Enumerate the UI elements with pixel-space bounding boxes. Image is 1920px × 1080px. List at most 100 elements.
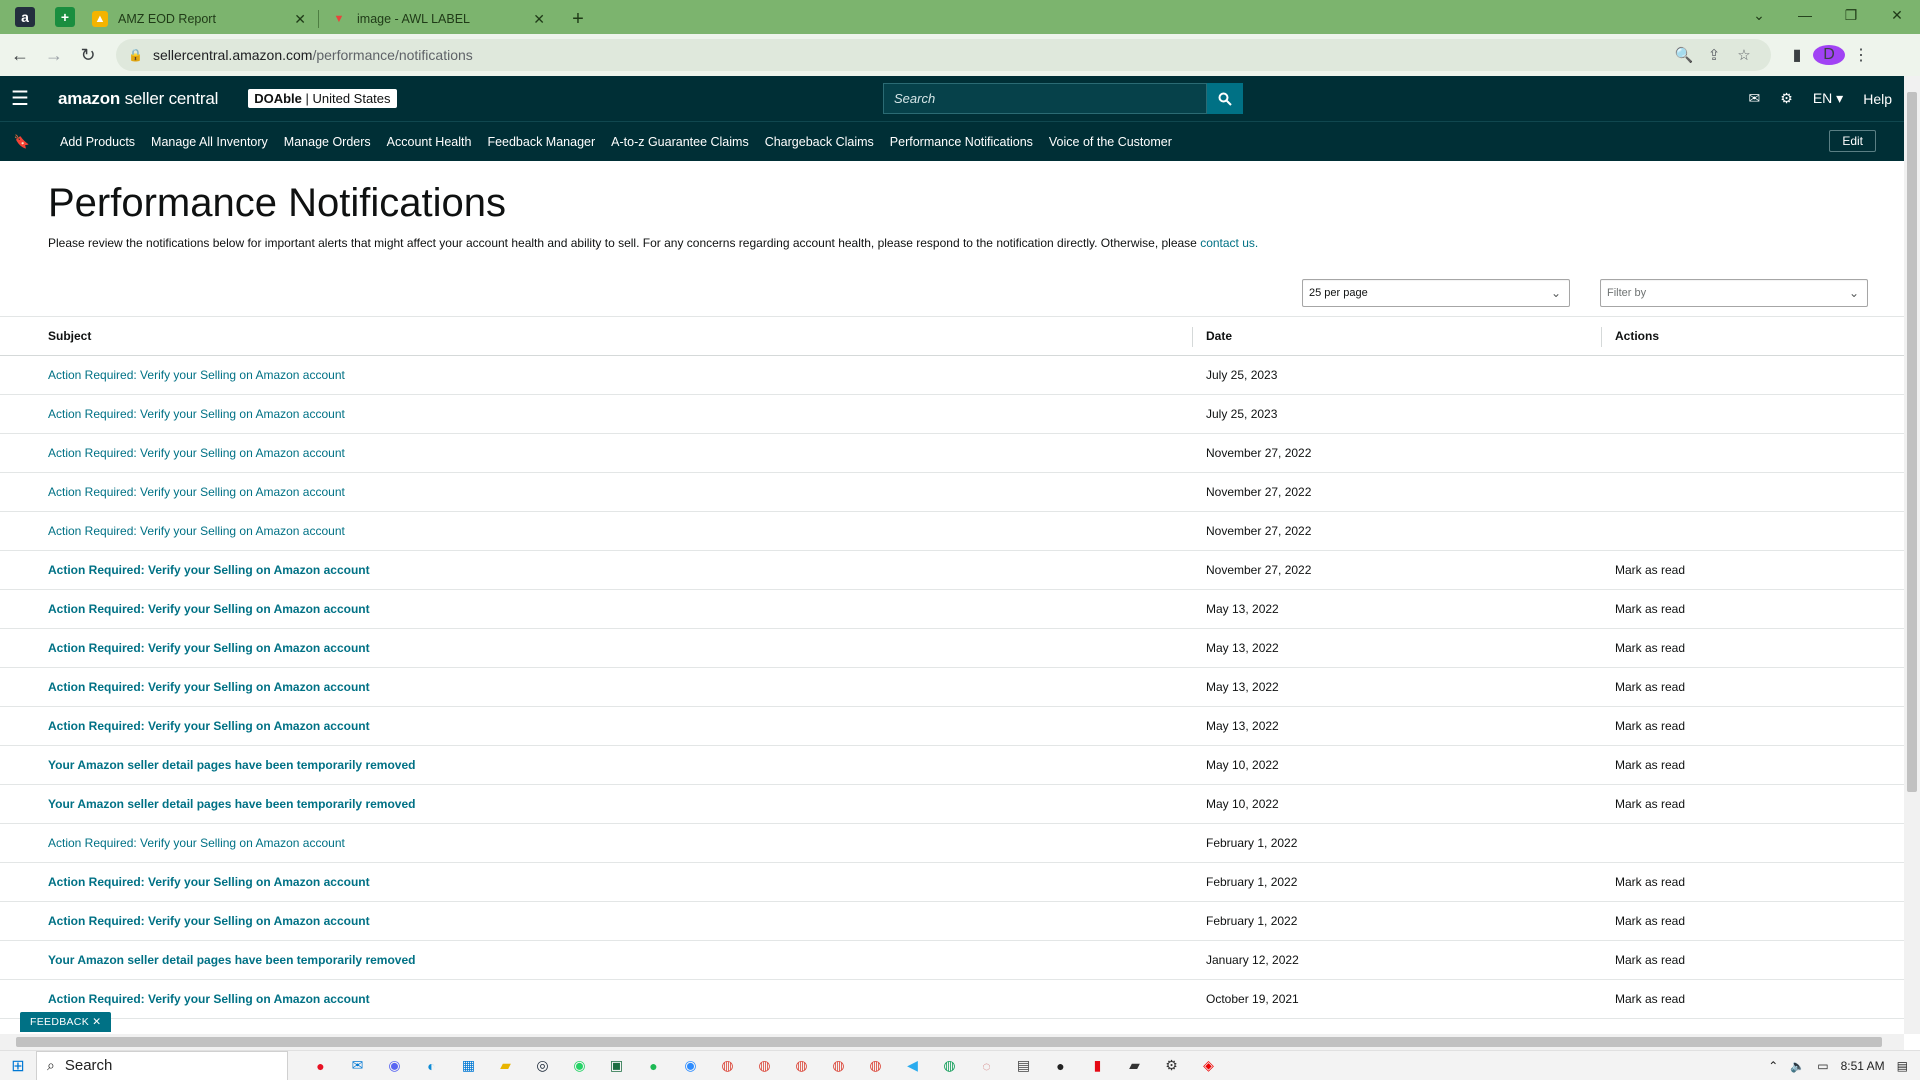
search-input[interactable] — [883, 83, 1207, 114]
vertical-scrollbar[interactable] — [1904, 76, 1920, 1034]
nav-account-health[interactable]: Account Health — [387, 135, 472, 149]
browser-tab-eod-report[interactable]: ▲ AMZ EOD Report ✕ — [80, 4, 318, 34]
clock[interactable]: 8:51 AM — [1841, 1059, 1885, 1073]
settings-icon[interactable]: ⚙ — [1153, 1051, 1190, 1080]
chrome-icon[interactable]: ◍ — [783, 1051, 820, 1080]
tab-search-icon[interactable]: ⌄ — [1736, 0, 1782, 30]
nav-manage-all-inventory[interactable]: Manage All Inventory — [151, 135, 268, 149]
per-page-select[interactable]: 25 per page ⌄ — [1302, 279, 1570, 307]
chrome-icon[interactable]: ◍ — [931, 1051, 968, 1080]
battery-icon[interactable]: ▭ — [1817, 1059, 1828, 1073]
mark-as-read-link[interactable]: Mark as read — [1615, 953, 1685, 967]
notification-subject-link[interactable]: Action Required: Verify your Selling on … — [48, 446, 345, 460]
nav-feedback-manager[interactable]: Feedback Manager — [487, 135, 595, 149]
close-window-button[interactable]: ✕ — [1874, 0, 1920, 30]
mark-as-read-link[interactable]: Mark as read — [1615, 758, 1685, 772]
reload-button[interactable]: ↻ — [74, 41, 102, 69]
close-icon[interactable]: ✕ — [533, 11, 545, 28]
search-button[interactable] — [1207, 83, 1243, 114]
notification-subject-link[interactable]: Action Required: Verify your Selling on … — [48, 680, 370, 694]
calculator-icon[interactable]: ▤ — [1005, 1051, 1042, 1080]
chrome-icon[interactable]: ◍ — [857, 1051, 894, 1080]
lock-icon[interactable]: 🔒 — [128, 48, 143, 62]
notification-subject-link[interactable]: Your Amazon seller detail pages have bee… — [48, 953, 415, 967]
notification-subject-link[interactable]: Your Amazon seller detail pages have bee… — [48, 758, 415, 772]
restore-button[interactable]: ❐ — [1828, 0, 1874, 30]
nav-chargeback-claims[interactable]: Chargeback Claims — [765, 135, 874, 149]
header-subject[interactable]: Subject — [48, 329, 91, 343]
close-icon[interactable]: ✕ — [294, 11, 306, 28]
pinned-tab-sheets[interactable]: + — [50, 3, 80, 31]
feedback-button[interactable]: FEEDBACK ✕ — [20, 1012, 112, 1032]
notification-subject-link[interactable]: Your Amazon seller detail pages have bee… — [48, 797, 415, 811]
mail-icon[interactable]: ✉ — [1749, 90, 1761, 107]
notification-subject-link[interactable]: Action Required: Verify your Selling on … — [48, 914, 370, 928]
notification-subject-link[interactable]: Action Required: Verify your Selling on … — [48, 602, 370, 616]
notification-subject-link[interactable]: Action Required: Verify your Selling on … — [48, 719, 370, 733]
scrollbar-thumb[interactable] — [1907, 92, 1917, 792]
contact-us-link[interactable]: contact us. — [1200, 236, 1258, 250]
discord-icon[interactable]: ◉ — [376, 1051, 413, 1080]
netflix-icon[interactable]: ▮ — [1079, 1051, 1116, 1080]
notification-subject-link[interactable]: Action Required: Verify your Selling on … — [48, 524, 345, 538]
bookmark-icon[interactable]: 🔖 — [0, 134, 44, 150]
telegram-icon[interactable]: ◀ — [894, 1051, 931, 1080]
windows-start-icon[interactable]: ⊞ — [0, 1056, 36, 1076]
share-icon[interactable]: ⇪ — [1699, 46, 1729, 64]
notification-subject-link[interactable]: Action Required: Verify your Selling on … — [48, 485, 345, 499]
forward-button[interactable]: → — [40, 41, 68, 69]
notification-subject-link[interactable]: Action Required: Verify your Selling on … — [48, 836, 345, 850]
pinned-tab-amazon[interactable]: a — [10, 3, 40, 31]
scrollbar-thumb[interactable] — [16, 1037, 1882, 1047]
back-button[interactable]: ← — [6, 41, 34, 69]
address-bar[interactable]: 🔒 sellercentral.amazon.com/performance/n… — [116, 39, 1771, 71]
mark-as-read-link[interactable]: Mark as read — [1615, 563, 1685, 577]
hamburger-menu-icon[interactable]: ☰ — [0, 86, 40, 111]
chevron-up-icon[interactable]: ⌃ — [1768, 1059, 1778, 1073]
mark-as-read-link[interactable]: Mark as read — [1615, 719, 1685, 733]
nav-manage-orders[interactable]: Manage Orders — [284, 135, 371, 149]
seller-central-logo[interactable]: amazon seller central — [58, 89, 218, 109]
app-icon[interactable]: ● — [302, 1051, 339, 1080]
app-icon[interactable]: ◌ — [968, 1051, 1005, 1080]
notification-subject-link[interactable]: Action Required: Verify your Selling on … — [48, 563, 370, 577]
spotify-icon[interactable]: ● — [635, 1051, 672, 1080]
mark-as-read-link[interactable]: Mark as read — [1615, 875, 1685, 889]
chrome-icon[interactable]: ◍ — [709, 1051, 746, 1080]
nav-performance-notifications[interactable]: Performance Notifications — [890, 135, 1033, 149]
chrome-icon[interactable]: ◍ — [820, 1051, 857, 1080]
new-tab-button[interactable]: + — [563, 4, 593, 34]
account-switcher[interactable]: DOAble | United States — [248, 89, 397, 108]
nav-add-products[interactable]: Add Products — [60, 135, 135, 149]
notification-subject-link[interactable]: Action Required: Verify your Selling on … — [48, 407, 345, 421]
notification-subject-link[interactable]: Action Required: Verify your Selling on … — [48, 641, 370, 655]
browser-tab-awl-label[interactable]: ▼ image - AWL LABEL ✕ — [319, 4, 557, 34]
mark-as-read-link[interactable]: Mark as read — [1615, 680, 1685, 694]
zoom-icon[interactable]: 🔍 — [1669, 46, 1699, 64]
app-icon[interactable]: ● — [1042, 1051, 1079, 1080]
acrobat-icon[interactable]: ◈ — [1190, 1051, 1227, 1080]
minimize-button[interactable]: — — [1782, 0, 1828, 30]
notification-subject-link[interactable]: Action Required: Verify your Selling on … — [48, 875, 370, 889]
mail-app-icon[interactable]: ✉ — [339, 1051, 376, 1080]
taskbar-search[interactable]: ⌕ Search — [36, 1050, 288, 1080]
profile-button[interactable]: D — [1813, 45, 1845, 65]
nav-a-to-z-claims[interactable]: A-to-z Guarantee Claims — [611, 135, 749, 149]
filter-select[interactable]: Filter by ⌄ — [1600, 279, 1868, 307]
mark-as-read-link[interactable]: Mark as read — [1615, 641, 1685, 655]
notification-icon[interactable]: ▤ — [1897, 1059, 1908, 1073]
mark-as-read-link[interactable]: Mark as read — [1615, 602, 1685, 616]
bookmark-star-icon[interactable]: ☆ — [1729, 46, 1759, 64]
mark-as-read-link[interactable]: Mark as read — [1615, 992, 1685, 1006]
volume-icon[interactable]: 🔈 — [1790, 1059, 1805, 1073]
nav-voice-of-customer[interactable]: Voice of the Customer — [1049, 135, 1172, 149]
help-link[interactable]: Help — [1863, 91, 1892, 107]
horizontal-scrollbar[interactable] — [0, 1034, 1904, 1050]
app-icon[interactable]: ▰ — [1116, 1051, 1153, 1080]
mark-as-read-link[interactable]: Mark as read — [1615, 914, 1685, 928]
header-date[interactable]: Date — [1206, 329, 1232, 343]
notification-subject-link[interactable]: Action Required: Verify your Selling on … — [48, 992, 370, 1006]
notification-subject-link[interactable]: Action Required: Verify your Selling on … — [48, 368, 345, 382]
mark-as-read-link[interactable]: Mark as read — [1615, 797, 1685, 811]
file-explorer-icon[interactable]: ▰ — [487, 1051, 524, 1080]
